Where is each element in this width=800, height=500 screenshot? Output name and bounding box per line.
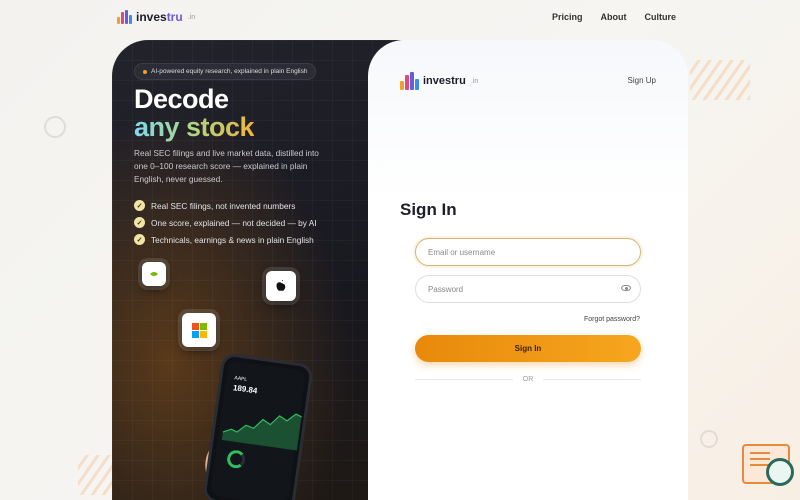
or-divider: OR: [415, 376, 641, 383]
logo-tld: .in: [187, 13, 196, 21]
password-input[interactable]: [415, 275, 641, 303]
phone-price: 189.84: [232, 383, 258, 396]
show-password-icon[interactable]: [621, 285, 631, 291]
apple-icon: [266, 271, 296, 301]
nav-link-about[interactable]: About: [601, 12, 627, 22]
signin-title: Sign In: [400, 200, 457, 219]
or-label: OR: [522, 376, 534, 383]
phone-ticker: AAPL: [233, 375, 248, 383]
check-icon: ✓: [134, 234, 145, 245]
logo-bars-icon: [400, 72, 419, 90]
signup-link[interactable]: Sign Up: [628, 76, 656, 85]
hero-panel: AI-powered equity research, explained in…: [112, 40, 402, 500]
username-input[interactable]: [415, 238, 641, 266]
microsoft-icon: [182, 313, 216, 347]
forgot-password-link[interactable]: Forgot password?: [584, 316, 640, 323]
hero-headline-line1: Decode: [134, 84, 229, 114]
logo-bars-icon: [117, 10, 132, 24]
card-brand-logo[interactable]: investru .in: [400, 72, 478, 90]
phone-score-gauge: [225, 449, 247, 470]
phone-mockup: AAPL 189.84: [202, 352, 314, 500]
search-lens-icon[interactable]: [766, 458, 794, 486]
nav-link-culture[interactable]: Culture: [645, 12, 677, 22]
feature-item: ✓ Technicals, earnings & news in plain En…: [134, 231, 317, 248]
top-navigation: investru .in Pricing About Culture: [0, 0, 800, 36]
logo-tld: .in: [470, 77, 479, 85]
signin-button[interactable]: Sign In: [415, 335, 641, 362]
feature-list: ✓ Real SEC filings, not invented numbers …: [134, 197, 317, 248]
background-circle: [700, 430, 718, 448]
signin-card: investru .in Sign Up Sign In Forgot pass…: [368, 40, 688, 500]
nav-links: Pricing About Culture: [552, 12, 676, 22]
hero-headline-line2: any stock: [134, 112, 255, 142]
feature-item: ✓ Real SEC filings, not invented numbers: [134, 197, 317, 214]
phone-chart: [221, 413, 302, 451]
hero-description: Real SEC filings and live market data, d…: [134, 148, 319, 184]
pill-text: AI-powered equity research, explained in…: [151, 68, 308, 75]
nav-link-pricing[interactable]: Pricing: [552, 12, 583, 22]
pill-dot-icon: [143, 69, 147, 74]
feature-item: ✓ One score, explained — not decided — by…: [134, 214, 317, 231]
background-circle: [44, 116, 66, 138]
logo-wordmark: investru: [423, 75, 466, 87]
hero-tagline-pill: AI-powered equity research, explained in…: [134, 63, 317, 80]
brand-logo[interactable]: investru .in: [117, 10, 195, 24]
logo-wordmark: investru: [136, 10, 183, 24]
nvidia-icon: [142, 262, 166, 286]
check-icon: ✓: [134, 200, 145, 211]
background-stripes: [690, 60, 750, 100]
check-icon: ✓: [134, 217, 145, 228]
